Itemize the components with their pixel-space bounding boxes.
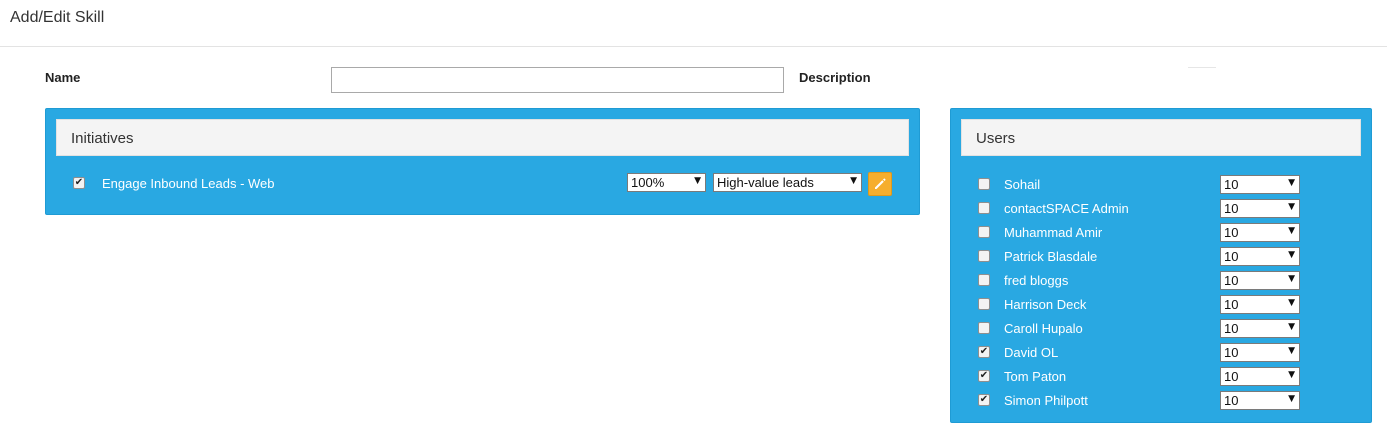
user-level-select[interactable]: 10 ▼: [1220, 319, 1300, 338]
caret-down-icon: ▼: [1288, 370, 1295, 380]
initiatives-panel-header: Initiatives: [56, 119, 909, 156]
user-checkbox[interactable]: [978, 250, 990, 262]
user-level-value: 10: [1224, 345, 1239, 360]
name-input[interactable]: [331, 67, 784, 93]
initiatives-panel-title: Initiatives: [71, 130, 134, 147]
user-level-value: 10: [1224, 249, 1239, 264]
caret-down-icon: ▼: [1288, 322, 1295, 332]
user-name: fred bloggs: [1004, 273, 1069, 288]
user-checkbox[interactable]: [978, 298, 990, 310]
user-row: ✔ Tom Paton 10 ▼: [951, 366, 1371, 390]
initiative-percent-value: 100%: [631, 175, 665, 190]
user-level-select[interactable]: 10 ▼: [1220, 247, 1300, 266]
user-level-value: 10: [1224, 201, 1239, 216]
caret-down-icon: ▼: [1288, 250, 1295, 260]
user-level-select[interactable]: 10 ▼: [1220, 295, 1300, 314]
users-panel-header: Users: [961, 119, 1361, 156]
user-row: Patrick Blasdale 10 ▼: [951, 246, 1371, 270]
initiative-category-select[interactable]: High-value leads ▼: [713, 173, 862, 192]
user-checkbox[interactable]: [978, 274, 990, 286]
user-row: Caroll Hupalo 10 ▼: [951, 318, 1371, 342]
caret-down-icon: ▼: [1288, 226, 1295, 236]
initiative-category-value: High-value leads: [717, 175, 814, 190]
caret-down-icon: ▼: [1288, 274, 1295, 284]
page-header: Add/Edit Skill: [0, 0, 1387, 47]
pencil-icon: [875, 178, 886, 189]
user-name: contactSPACE Admin: [1004, 201, 1129, 216]
initiative-label: Engage Inbound Leads - Web: [102, 176, 275, 191]
user-level-value: 10: [1224, 369, 1239, 384]
user-level-value: 10: [1224, 393, 1239, 408]
user-level-value: 10: [1224, 225, 1239, 240]
page-title: Add/Edit Skill: [10, 9, 105, 26]
user-name: Tom Paton: [1004, 369, 1067, 384]
caret-down-icon: ▼: [1288, 178, 1295, 188]
caret-down-icon: ▼: [1288, 298, 1295, 308]
user-checkbox[interactable]: ✔: [978, 346, 990, 358]
checkmark-icon: ✔: [979, 394, 989, 405]
caret-down-icon: ▼: [1288, 202, 1295, 212]
users-panel-title: Users: [976, 130, 1016, 147]
user-level-value: 10: [1224, 177, 1239, 192]
user-row: ✔ Simon Philpott 10 ▼: [951, 390, 1371, 414]
user-level-select[interactable]: 10 ▼: [1220, 199, 1300, 218]
user-name: Simon Philpott: [1004, 393, 1088, 408]
user-level-select[interactable]: 10 ▼: [1220, 367, 1300, 386]
user-checkbox[interactable]: ✔: [978, 394, 990, 406]
name-label: Name: [45, 70, 81, 85]
caret-down-icon: ▼: [850, 176, 857, 186]
caret-down-icon: ▼: [694, 176, 701, 186]
user-name: Muhammad Amir: [1004, 225, 1103, 240]
user-row: contactSPACE Admin 10 ▼: [951, 198, 1371, 222]
user-name: Harrison Deck: [1004, 297, 1087, 312]
user-checkbox[interactable]: [978, 322, 990, 334]
user-level-select[interactable]: 10 ▼: [1220, 223, 1300, 242]
caret-down-icon: ▼: [1288, 394, 1295, 404]
user-row: fred bloggs 10 ▼: [951, 270, 1371, 294]
user-name: Caroll Hupalo: [1004, 321, 1083, 336]
caret-down-icon: ▼: [1288, 346, 1295, 356]
user-name: Patrick Blasdale: [1004, 249, 1098, 264]
user-level-select[interactable]: 10 ▼: [1220, 343, 1300, 362]
users-panel: Users Sohail 10 ▼ contactSPACE Admin 10 ▼ Muha…: [950, 108, 1372, 423]
user-name: Sohail: [1004, 177, 1041, 192]
initiative-percent-select[interactable]: 100% ▼: [627, 173, 706, 192]
user-row: ✔ David OL 10 ▼: [951, 342, 1371, 366]
user-name: David OL: [1004, 345, 1059, 360]
edit-initiative-button[interactable]: [868, 172, 892, 196]
user-row: Sohail 10 ▼: [951, 174, 1371, 198]
user-checkbox[interactable]: [978, 178, 990, 190]
user-level-select[interactable]: 10 ▼: [1220, 175, 1300, 194]
user-checkbox[interactable]: [978, 226, 990, 238]
user-checkbox[interactable]: [978, 202, 990, 214]
checkmark-icon: ✔: [74, 177, 84, 188]
user-level-select[interactable]: 10 ▼: [1220, 391, 1300, 410]
user-level-select[interactable]: 10 ▼: [1220, 271, 1300, 290]
user-level-value: 10: [1224, 273, 1239, 288]
user-checkbox[interactable]: ✔: [978, 370, 990, 382]
user-level-value: 10: [1224, 297, 1239, 312]
initiatives-panel: Initiatives ✔ Engage Inbound Leads - Web…: [45, 108, 920, 215]
checkmark-icon: ✔: [979, 370, 989, 381]
user-row: Harrison Deck 10 ▼: [951, 294, 1371, 318]
description-label: Description: [799, 70, 871, 85]
user-level-value: 10: [1224, 321, 1239, 336]
initiative-checkbox[interactable]: ✔: [73, 177, 85, 189]
description-field[interactable]: [1188, 67, 1216, 68]
user-row: Muhammad Amir 10 ▼: [951, 222, 1371, 246]
checkmark-icon: ✔: [979, 346, 989, 357]
